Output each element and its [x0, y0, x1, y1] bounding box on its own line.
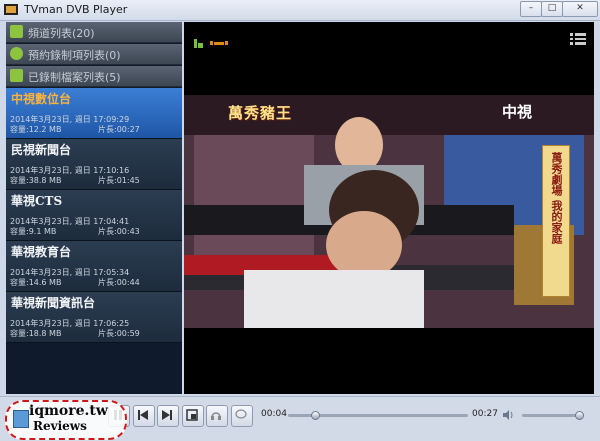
- show-title: 萬秀豬王: [228, 104, 293, 122]
- maximize-button[interactable]: □: [541, 1, 563, 17]
- speech-bubble-icon: [235, 409, 247, 419]
- recording-channel: 華視CTS: [11, 194, 63, 208]
- recording-size: 容量:14.6 MB: [10, 278, 62, 287]
- side-banner-text: 萬秀劇場 我的家庭: [550, 152, 563, 244]
- total-time: 00:27: [472, 409, 498, 419]
- status-icons: [194, 34, 244, 53]
- recording-duration: 片長:00:27: [98, 125, 140, 134]
- document-icon: [13, 410, 29, 428]
- watermark: iqmore.tw Reviews: [5, 400, 127, 440]
- side-banner: 萬秀劇場 我的家庭: [542, 145, 570, 297]
- recording-size: 容量:12.2 MB: [10, 125, 62, 134]
- recording-size: 容量:9.1 MB: [10, 227, 57, 236]
- skip-back-icon: [138, 410, 148, 420]
- signal-icon: [194, 39, 228, 48]
- tv-icon: [10, 25, 23, 38]
- previous-button[interactable]: [133, 405, 155, 427]
- audio-button[interactable]: [206, 405, 228, 427]
- recording-item[interactable]: 中視數位台 2014年3月23日, 週日 17:09:29 容量:12.2 MB…: [6, 88, 182, 139]
- section-label: 頻道列表(20): [28, 27, 95, 40]
- section-label: 預約錄制項列表(0): [28, 49, 121, 62]
- volume-icon[interactable]: [502, 409, 514, 421]
- title-bar: TVman DVB Player – □ ✕: [0, 0, 600, 21]
- recording-item[interactable]: 民視新聞台 2014年3月23日, 週日 17:10:16 容量:38.8 MB…: [6, 139, 182, 190]
- tv-scene-image: [184, 95, 594, 328]
- minimize-button[interactable]: –: [520, 1, 542, 17]
- window-mode-button[interactable]: [182, 405, 204, 427]
- list-icon: [10, 69, 23, 82]
- volume-knob[interactable]: [575, 411, 584, 420]
- recording-duration: 片長:01:45: [98, 176, 140, 185]
- window-icon: [186, 409, 198, 421]
- channel-logo: 中視: [502, 103, 533, 121]
- window-title: TVman DVB Player: [24, 3, 128, 16]
- clock-icon: [10, 47, 23, 60]
- recording-item[interactable]: 華視教育台 2014年3月23日, 週日 17:05:34 容量:14.6 MB…: [6, 241, 182, 292]
- watermark-line2: Reviews: [33, 419, 87, 433]
- recording-channel: 民視新聞台: [11, 143, 72, 157]
- recording-duration: 片長:00:43: [98, 227, 140, 236]
- recording-duration: 片長:00:44: [98, 278, 140, 287]
- headphones-icon: [211, 412, 221, 420]
- recording-size: 容量:18.8 MB: [10, 329, 62, 338]
- subtitle-button[interactable]: [231, 405, 253, 427]
- recording-size: 容量:38.8 MB: [10, 176, 62, 185]
- recording-channel: 華視新聞資訊台: [11, 296, 96, 310]
- recording-item[interactable]: 華視新聞資訊台 2014年3月23日, 週日 17:06:25 容量:18.8 …: [6, 292, 182, 343]
- section-label: 已錄制檔案列表(5): [28, 71, 121, 84]
- recording-channel: 華視教育台: [11, 245, 72, 259]
- recording-item[interactable]: 華視CTS 2014年3月23日, 週日 17:04:41 容量:9.1 MB …: [6, 190, 182, 241]
- video-frame: 萬秀豬王 中視 萬秀劇場 我的家庭: [184, 95, 594, 328]
- section-recorded-list[interactable]: 已錄制檔案列表(5): [6, 66, 182, 87]
- recording-channel: 中視數位台: [11, 92, 72, 106]
- app-icon: [4, 4, 18, 15]
- close-button[interactable]: ✕: [562, 1, 598, 17]
- seek-knob[interactable]: [311, 411, 320, 420]
- sidebar: 頻道列表(20) 預約錄制項列表(0) 已錄制檔案列表(5) 中視數位台 201…: [6, 22, 182, 394]
- app-window: TVman DVB Player – □ ✕ 頻道列表(20) 預約錄制項列表(…: [0, 0, 600, 441]
- section-scheduled-list[interactable]: 預約錄制項列表(0): [6, 44, 182, 65]
- skip-forward-icon: [162, 410, 172, 420]
- playlist-toggle-icon[interactable]: [570, 33, 586, 45]
- watermark-line1: iqmore.tw: [29, 403, 108, 419]
- volume-slider[interactable]: [522, 414, 582, 417]
- next-button[interactable]: [157, 405, 179, 427]
- current-time: 00:04: [261, 409, 287, 419]
- recording-duration: 片長:00:59: [98, 329, 140, 338]
- section-channel-list[interactable]: 頻道列表(20): [6, 22, 182, 43]
